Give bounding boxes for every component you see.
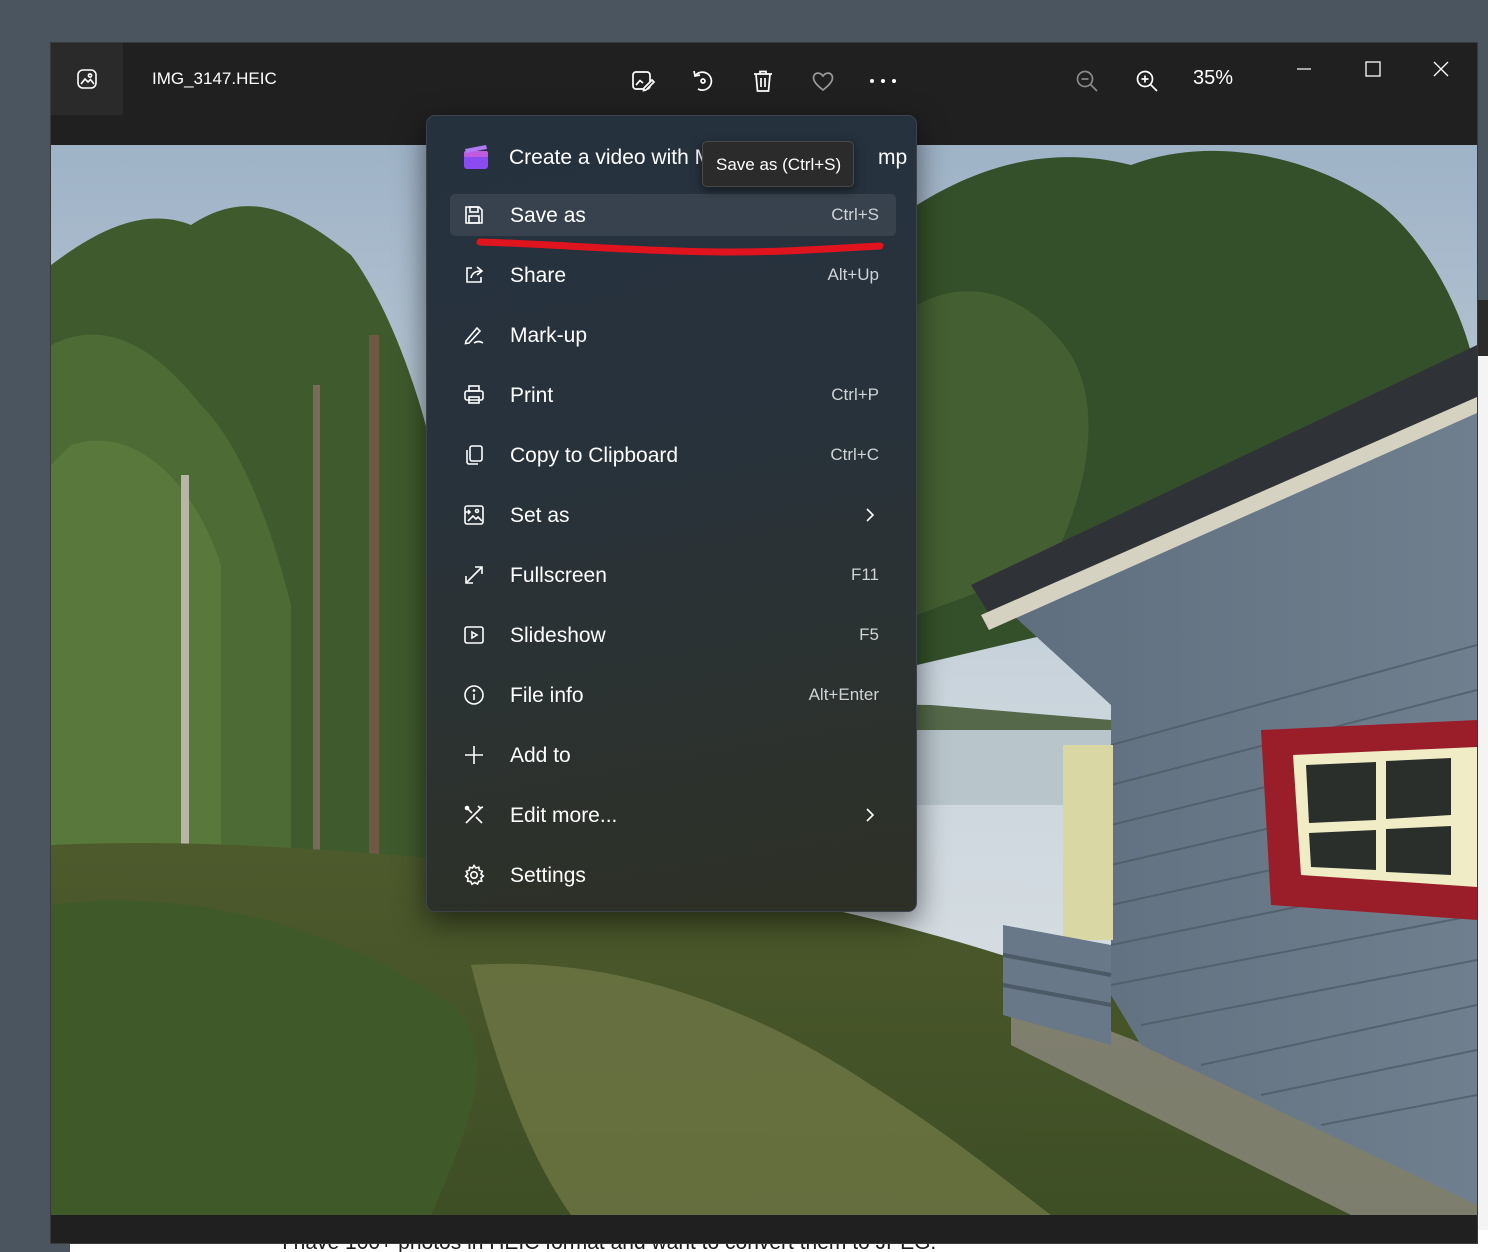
- chevron-right-icon: [860, 505, 880, 525]
- info-icon: [462, 683, 486, 707]
- settings-gear-icon: [462, 863, 486, 887]
- menu-item-label: Copy to Clipboard: [510, 444, 679, 467]
- rotate-button[interactable]: [685, 63, 721, 99]
- background-scrollbar-thumb: [1478, 300, 1488, 356]
- menu-item-shortcut: Ctrl+P: [831, 385, 879, 404]
- slideshow-icon: [462, 623, 486, 647]
- menu-item-add-to[interactable]: Add to: [450, 734, 896, 776]
- printer-icon: [462, 383, 486, 407]
- menu-item-label: Set as: [510, 504, 570, 527]
- markup-pen-icon: [462, 323, 486, 347]
- menu-item-label: Slideshow: [510, 624, 606, 647]
- menu-item-fullscreen[interactable]: Fullscreen F11: [450, 554, 896, 596]
- menu-item-copy-to-clipboard[interactable]: Copy to Clipboard Ctrl+C: [450, 434, 896, 476]
- tooltip-text: Save as (Ctrl+S): [716, 155, 842, 174]
- close-icon: [1433, 61, 1449, 77]
- zoom-in-icon: [1136, 70, 1158, 92]
- plus-icon: [462, 743, 486, 767]
- more-options-button[interactable]: [865, 63, 901, 99]
- menu-item-shortcut: Ctrl+S: [831, 205, 879, 224]
- minimize-icon: [1297, 68, 1311, 70]
- menu-item-label: Create a video with M: [509, 146, 713, 169]
- rotate-icon: [693, 70, 713, 91]
- delete-button[interactable]: [745, 63, 781, 99]
- clipchamp-icon: [464, 145, 488, 169]
- title-bar: IMG_3147.HEIC 35%: [51, 43, 1477, 117]
- zoom-in-button[interactable]: [1129, 63, 1165, 99]
- chevron-right-icon: [860, 805, 880, 825]
- menu-item-shortcut: F11: [850, 565, 879, 584]
- edit-image-button[interactable]: [625, 63, 661, 99]
- save-as-tooltip: Save as (Ctrl+S): [702, 141, 854, 187]
- delete-icon: [754, 70, 772, 92]
- save-icon: [462, 203, 486, 227]
- photos-app-icon[interactable]: [51, 43, 123, 115]
- zoom-out-button[interactable]: [1069, 63, 1105, 99]
- menu-item-label: Mark-up: [510, 324, 588, 347]
- menu-item-mark-up[interactable]: Mark-up: [450, 314, 896, 356]
- menu-item-shortcut: Ctrl+C: [830, 445, 879, 464]
- copy-icon: [462, 443, 486, 467]
- zoom-out-icon: [1076, 70, 1098, 92]
- menu-item-shortcut: F5: [859, 625, 879, 644]
- maximize-icon: [1365, 61, 1381, 77]
- maximize-button[interactable]: [1346, 51, 1400, 87]
- bottom-status-strip: [51, 1215, 1477, 1243]
- menu-item-label: Fullscreen: [510, 564, 607, 587]
- menu-item-label: Print: [510, 384, 554, 407]
- close-button[interactable]: [1414, 51, 1468, 87]
- menu-item-file-info[interactable]: File info Alt+Enter: [450, 674, 896, 716]
- fullscreen-icon: [462, 563, 486, 587]
- menu-item-shortcut: Alt+Up: [827, 265, 880, 284]
- menu-item-set-as[interactable]: Set as: [450, 494, 896, 536]
- menu-item-settings[interactable]: Settings: [450, 854, 896, 896]
- edit-image-icon: [632, 71, 656, 92]
- menu-item-label: Settings: [510, 864, 586, 887]
- red-annotation-underline: [476, 238, 884, 256]
- background-page-edge: [1478, 340, 1488, 1252]
- favorite-button[interactable]: [805, 63, 841, 99]
- menu-item-label: Add to: [510, 744, 571, 767]
- menu-item-label-suffix: mp: [878, 146, 908, 169]
- favorite-icon: [812, 72, 834, 92]
- file-name: IMG_3147.HEIC: [152, 69, 277, 88]
- menu-item-print[interactable]: Print Ctrl+P: [450, 374, 896, 416]
- menu-item-label: Share: [510, 264, 567, 287]
- edit-more-icon: [462, 803, 486, 827]
- minimize-button[interactable]: [1277, 51, 1331, 87]
- menu-item-edit-more[interactable]: Edit more...: [450, 794, 896, 836]
- menu-item-label: Save as: [510, 204, 586, 227]
- menu-item-label: File info: [510, 684, 584, 707]
- menu-item-label: Edit more...: [510, 804, 618, 827]
- more-options-icon: [870, 79, 896, 83]
- share-icon: [462, 263, 486, 287]
- zoom-level[interactable]: 35%: [1193, 67, 1233, 90]
- menu-item-shortcut: Alt+Enter: [808, 685, 879, 704]
- set-as-image-icon: [462, 503, 486, 527]
- menu-item-slideshow[interactable]: Slideshow F5: [450, 614, 896, 656]
